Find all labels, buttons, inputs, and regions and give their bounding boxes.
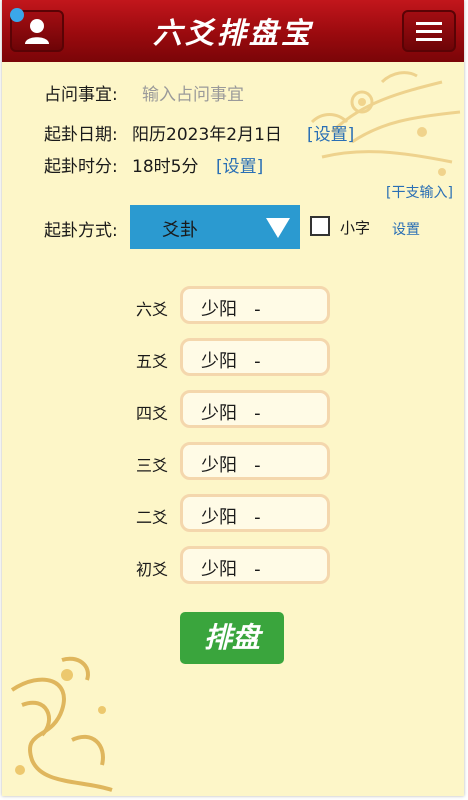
matter-label: 占问事宜: [44, 85, 118, 105]
small-char-checkbox[interactable] [310, 216, 330, 236]
yao-value-2: 少阳 - [201, 507, 261, 528]
yao-value-1: 少阳 - [201, 559, 261, 580]
yao-field-4[interactable]: 少阳 - [180, 390, 330, 428]
date-label: 起卦日期: [44, 125, 118, 145]
yao-label-5: 五爻 [136, 352, 169, 371]
method-selected: 爻卦 [162, 220, 198, 241]
method-label: 起卦方式: [44, 221, 118, 241]
matter-input[interactable]: 输入占问事宜 [142, 80, 244, 105]
yao-label-4: 四爻 [136, 404, 169, 423]
dropdown-arrow-icon [266, 218, 290, 238]
yao-field-3[interactable]: 少阳 - [180, 442, 330, 480]
yao-value-3: 少阳 - [201, 455, 261, 476]
menu-icon [416, 22, 442, 41]
yao-label-3: 三爻 [136, 456, 169, 475]
date-value: 阳历2023年2月1日 [132, 125, 282, 145]
yao-value-4: 少阳 - [201, 403, 261, 424]
time-value: 18时5分 [132, 157, 199, 177]
small-char-label: 小字 [340, 219, 371, 237]
time-label: 起卦时分: [44, 157, 118, 177]
app-frame: 六爻排盘宝 占问事宜: 输入占问事宜 起卦日期: 阳历2023年2月1日 [设置… [2, 0, 464, 796]
yao-value-5: 少阳 - [201, 351, 261, 372]
time-set-link[interactable]: [设置] [216, 152, 263, 177]
yao-field-5[interactable]: 少阳 - [180, 338, 330, 376]
yao-label-6: 六爻 [136, 300, 169, 319]
yao-value-6: 少阳 - [201, 299, 261, 320]
yao-field-2[interactable]: 少阳 - [180, 494, 330, 532]
menu-button[interactable] [402, 10, 456, 52]
yao-field-6[interactable]: 少阳 - [180, 286, 330, 324]
ganzhi-input-link[interactable]: [干支输入] [386, 182, 453, 202]
dragon-decoration [10, 656, 113, 792]
yao-field-1[interactable]: 少阳 - [180, 546, 330, 584]
yao-label-1: 初爻 [136, 560, 169, 579]
app-title: 六爻排盘宝 [152, 16, 313, 50]
app-header: 六爻排盘宝 [2, 0, 464, 62]
yao-label-2: 二爻 [136, 508, 169, 527]
settings-link[interactable]: 设置 [392, 219, 420, 239]
method-select[interactable]: 爻卦 [130, 205, 300, 249]
date-set-link[interactable]: [设置] [307, 120, 354, 145]
paipan-button[interactable]: 排盘 [180, 612, 284, 664]
